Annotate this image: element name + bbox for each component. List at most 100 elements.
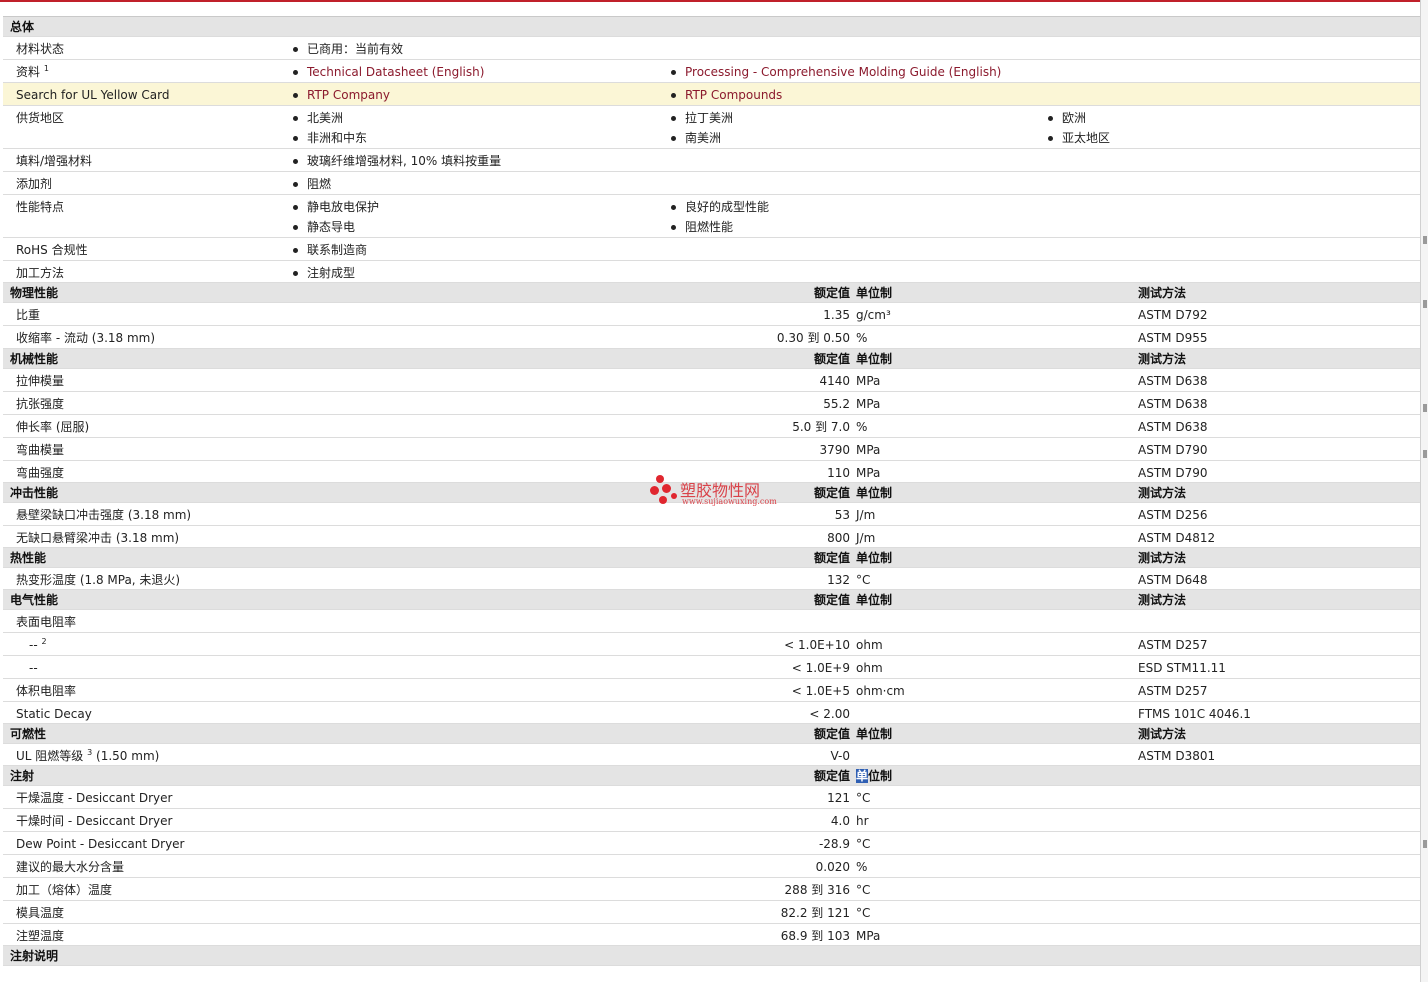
col-header-value: 额定值 bbox=[813, 286, 850, 300]
section-header-electrical: 电气性能 额定值 单位制 测试方法 bbox=[3, 590, 1420, 610]
test-method: ASTM D792 bbox=[1138, 308, 1208, 322]
table-row: 注塑温度 68.9 到 103 MPa bbox=[3, 924, 1420, 946]
test-method: ASTM D790 bbox=[1138, 466, 1208, 480]
section-title: 物理性能 bbox=[10, 286, 59, 300]
link-rtp-company[interactable]: RTP Company bbox=[291, 88, 390, 102]
process-value: 注射成型 bbox=[291, 266, 355, 280]
property-value: 0.30 到 0.50 bbox=[776, 331, 850, 345]
test-method: ASTM D3801 bbox=[1138, 749, 1216, 763]
footnote-marker: 1 bbox=[43, 64, 49, 73]
property-value: 800 bbox=[827, 531, 850, 545]
property-name: 抗张强度 bbox=[16, 397, 65, 411]
col-header-method: 测试方法 bbox=[1138, 286, 1187, 300]
test-method: FTMS 101C 4046.1 bbox=[1138, 707, 1251, 721]
table-row: UL 阻燃等级 3 (1.50 mm) V-0 ASTM D3801 bbox=[3, 744, 1420, 766]
feature-item: 良好的成型性能 bbox=[669, 200, 769, 214]
property-value: 0.020 bbox=[815, 860, 850, 874]
table-row: 拉伸模量 4140 MPa ASTM D638 bbox=[3, 369, 1420, 392]
property-unit: MPa bbox=[856, 374, 881, 388]
test-method: ASTM D4812 bbox=[1138, 531, 1216, 545]
property-name: 模具温度 bbox=[16, 906, 65, 920]
table-row: 建议的最大水分含量 0.020 % bbox=[3, 855, 1420, 878]
section-title: 总体 bbox=[10, 20, 35, 34]
table-row: 干燥时间 - Desiccant Dryer 4.0 hr bbox=[3, 809, 1420, 832]
table-row: -- < 1.0E+9 ohm ESD STM11.11 bbox=[3, 656, 1420, 679]
table-row: 抗张强度 55.2 MPa ASTM D638 bbox=[3, 392, 1420, 415]
scroll-marker bbox=[1423, 840, 1427, 848]
property-value: < 1.0E+10 bbox=[784, 638, 850, 652]
selected-text: 单 bbox=[856, 769, 869, 783]
region-item: 非洲和中东 bbox=[291, 131, 367, 145]
test-method: ASTM D257 bbox=[1138, 684, 1208, 698]
property-name: -- bbox=[29, 661, 38, 675]
row-label: 填料/增强材料 bbox=[16, 154, 93, 168]
link-processing-guide[interactable]: Processing - Comprehensive Molding Guide… bbox=[669, 65, 1001, 79]
link-technical-datasheet[interactable]: Technical Datasheet (English) bbox=[291, 65, 484, 79]
footnote-marker: 2 bbox=[41, 637, 47, 646]
row-label: 材料状态 bbox=[16, 42, 65, 56]
section-title: 冲击性能 bbox=[10, 486, 59, 500]
property-unit: ohm bbox=[856, 661, 883, 675]
property-name: 收缩率 - 流动 (3.18 mm) bbox=[16, 331, 156, 345]
col-header-unit: 单位制 bbox=[856, 593, 893, 607]
property-unit: °C bbox=[856, 791, 871, 805]
table-row: Dew Point - Desiccant Dryer -28.9 °C bbox=[3, 832, 1420, 855]
table-row: -- 2 < 1.0E+10 ohm ASTM D257 bbox=[3, 633, 1420, 656]
property-value: 82.2 到 121 bbox=[780, 906, 850, 920]
property-value: 55.2 bbox=[823, 397, 850, 411]
section-header-injection-notes: 注射说明 bbox=[3, 946, 1420, 966]
additive-value: 阻燃 bbox=[291, 177, 331, 191]
col-header-method: 测试方法 bbox=[1138, 593, 1187, 607]
col-header-unit: 单位制 bbox=[856, 286, 893, 300]
table-row: 比重 1.35 g/cm³ ASTM D792 bbox=[3, 303, 1420, 326]
rohs-value: 联系制造商 bbox=[291, 243, 367, 257]
section-title: 注射 bbox=[10, 769, 35, 783]
property-value: 68.9 到 103 bbox=[780, 929, 850, 943]
property-value: 110 bbox=[827, 466, 850, 480]
col-header-value: 额定值 bbox=[813, 352, 850, 366]
property-name: 干燥时间 - Desiccant Dryer bbox=[16, 814, 173, 828]
section-title: 电气性能 bbox=[10, 593, 59, 607]
property-unit: g/cm³ bbox=[856, 308, 891, 322]
row-label: 供货地区 bbox=[16, 111, 65, 125]
col-header-method: 测试方法 bbox=[1138, 727, 1187, 741]
table-row: 伸长率 (屈服) 5.0 到 7.0 % ASTM D638 bbox=[3, 415, 1420, 438]
property-unit: % bbox=[856, 860, 868, 874]
col-header-value: 额定值 bbox=[813, 727, 850, 741]
test-method: ASTM D256 bbox=[1138, 508, 1208, 522]
property-unit: ohm·cm bbox=[856, 684, 905, 698]
col-header-value: 额定值 bbox=[813, 593, 850, 607]
col-header-unit: 单位制 bbox=[856, 727, 893, 741]
logo-dot bbox=[671, 493, 677, 499]
scroll-marker bbox=[1423, 300, 1427, 308]
region-item: 亚太地区 bbox=[1046, 131, 1110, 145]
table-row: 弯曲模量 3790 MPa ASTM D790 bbox=[3, 438, 1420, 461]
property-name: UL 阻燃等级 3 (1.50 mm) bbox=[16, 748, 160, 764]
test-method: ESD STM11.11 bbox=[1138, 661, 1226, 675]
row-features: 性能特点 静电放电保护 良好的成型性能 静态导电 阻燃性能 bbox=[3, 195, 1420, 238]
property-name: Static Decay bbox=[16, 707, 92, 721]
test-method: ASTM D638 bbox=[1138, 420, 1208, 434]
row-regions: 供货地区 北美洲 拉丁美洲 欧洲 非洲和中东 南美洲 亚太地区 bbox=[3, 106, 1420, 149]
vertical-scrollbar[interactable] bbox=[1420, 0, 1428, 982]
table-row: 表面电阻率 bbox=[3, 610, 1420, 633]
table-row: 收缩率 - 流动 (3.18 mm) 0.30 到 0.50 % ASTM D9… bbox=[3, 326, 1420, 349]
watermark-logo: 塑胶物性网 www.sujiaowuxing.com bbox=[650, 473, 790, 509]
property-unit: MPa bbox=[856, 443, 881, 457]
section-header-flammability: 可燃性 额定值 单位制 测试方法 bbox=[3, 724, 1420, 744]
watermark-url: www.sujiaowuxing.com bbox=[682, 497, 777, 506]
test-method: ASTM D257 bbox=[1138, 638, 1208, 652]
property-value: 3790 bbox=[819, 443, 850, 457]
property-name: 弯曲强度 bbox=[16, 466, 65, 480]
table-row: 干燥温度 - Desiccant Dryer 121 °C bbox=[3, 786, 1420, 809]
region-item: 欧洲 bbox=[1046, 111, 1086, 125]
link-rtp-compounds[interactable]: RTP Compounds bbox=[669, 88, 782, 102]
property-value: 53 bbox=[834, 508, 850, 522]
property-value: 4140 bbox=[819, 374, 850, 388]
feature-item: 阻燃性能 bbox=[669, 220, 733, 234]
property-value: < 1.0E+5 bbox=[791, 684, 850, 698]
table-row: 体积电阻率 < 1.0E+5 ohm·cm ASTM D257 bbox=[3, 679, 1420, 702]
section-title: 可燃性 bbox=[10, 727, 47, 741]
property-value: 4.0 bbox=[830, 814, 850, 828]
property-name: 无缺口悬臂梁冲击 (3.18 mm) bbox=[16, 531, 180, 545]
